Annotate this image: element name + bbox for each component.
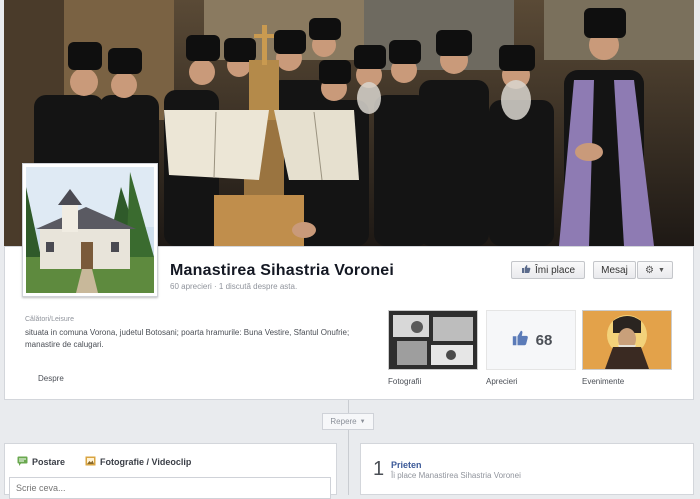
gear-icon: ⚙ xyxy=(645,264,655,276)
thumbs-up-icon xyxy=(510,329,530,352)
page-category: Călători/Leisure xyxy=(25,316,75,323)
post-input[interactable] xyxy=(9,477,331,499)
page-options-button[interactable]: ⚙ ▼ xyxy=(637,261,673,279)
friends-title[interactable]: Prieten xyxy=(391,460,422,470)
page-stats: 60 aprecieri · 1 discută despre asta. xyxy=(170,282,298,291)
tab-photo-label: Fotografie / Videoclip xyxy=(100,457,192,467)
photos-thumbnail[interactable] xyxy=(388,310,478,370)
photos-label[interactable]: Fotografii xyxy=(388,377,421,386)
highlights-dropdown[interactable]: Repere ▼ xyxy=(322,413,374,430)
tab-photo-video[interactable]: Fotografie / Videoclip xyxy=(85,456,191,468)
like-button-label: Îmi place xyxy=(534,264,575,276)
page-description: situata in comuna Vorona, judetul Botosa… xyxy=(25,328,350,349)
friends-count: 1 xyxy=(373,458,385,480)
chevron-down-icon: ▼ xyxy=(658,266,665,274)
thumbs-up-icon xyxy=(521,264,531,277)
photo-icon xyxy=(85,456,96,468)
message-button[interactable]: Mesaj xyxy=(593,261,636,279)
about-link[interactable]: Despre xyxy=(38,374,64,383)
tab-post-label: Postare xyxy=(32,457,66,467)
events-thumbnail[interactable] xyxy=(582,310,672,370)
likes-label[interactable]: Aprecieri xyxy=(486,377,518,386)
highlights-label: Repere xyxy=(330,417,357,426)
like-page-button[interactable]: Îmi place xyxy=(511,261,585,279)
message-button-label: Mesaj xyxy=(601,264,628,276)
page-title: Manastirea Sihastria Voronei xyxy=(170,262,395,279)
friends-subtitle: Îi place Manastirea Sihastria Voronei xyxy=(391,471,521,480)
chevron-down-icon: ▼ xyxy=(359,418,366,425)
events-label[interactable]: Evenimente xyxy=(582,377,624,386)
likes-thumbnail[interactable]: 68 xyxy=(486,310,576,370)
profile-picture[interactable] xyxy=(22,163,158,297)
likes-count: 68 xyxy=(535,331,553,349)
status-icon xyxy=(17,456,28,468)
tab-post[interactable]: Postare xyxy=(17,456,65,468)
